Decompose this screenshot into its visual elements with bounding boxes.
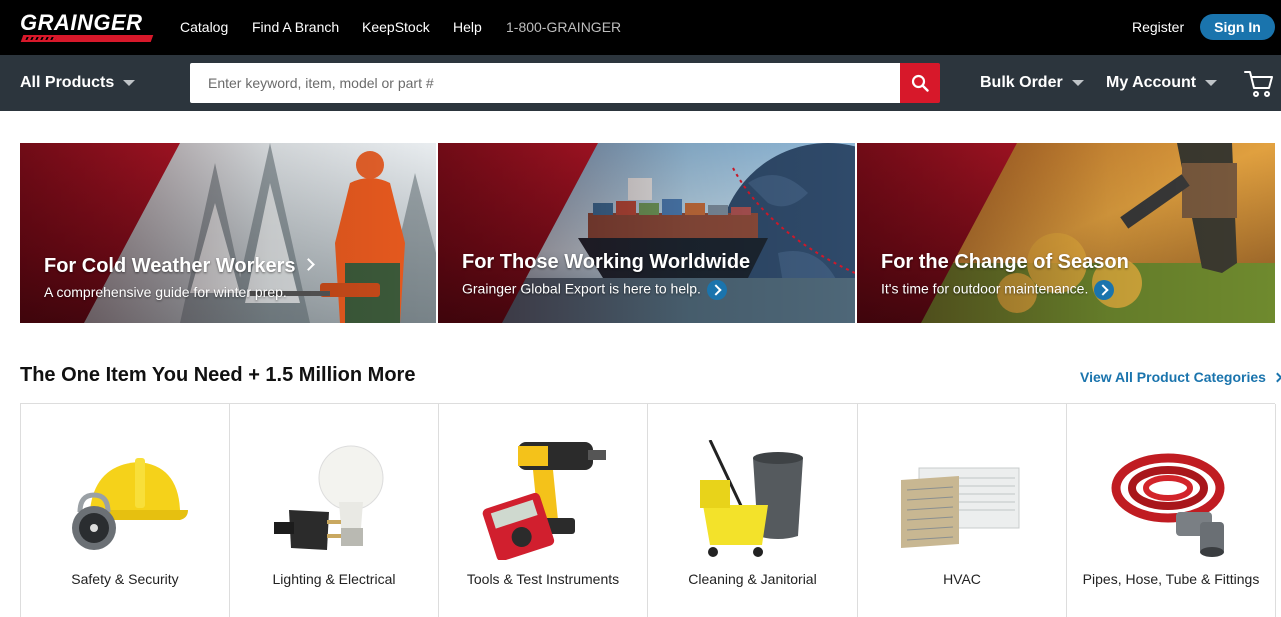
category-label: HVAC (943, 571, 981, 587)
banner-worldwide[interactable]: For Those Working Worldwide Grainger Glo… (438, 143, 855, 323)
category-label: Tools & Test Instruments (466, 571, 620, 587)
category-label: Safety & Security (71, 571, 179, 587)
grainger-logo[interactable]: GRAINGER (20, 10, 154, 43)
view-all-label: View All Product Categories (1080, 369, 1266, 385)
hose-fitting-icon (1111, 453, 1225, 557)
all-products-dropdown[interactable]: All Products (20, 74, 136, 92)
search-input[interactable] (190, 63, 900, 103)
category-tile-pipes[interactable]: Pipes, Hose, Tube & Fittings (1067, 404, 1276, 617)
category-tile-lighting[interactable]: Lighting & Electrical (230, 404, 439, 617)
view-all-categories-link[interactable]: View All Product Categories (1080, 369, 1281, 385)
bulk-order-label: Bulk Order (980, 74, 1063, 91)
logo-text: GRAINGER (20, 10, 143, 35)
search-button[interactable] (900, 63, 940, 103)
mop-bucket-icon (699, 440, 803, 557)
chevron-right-icon (1272, 372, 1281, 382)
cart-icon[interactable] (1243, 67, 1275, 99)
arrow-right-circle-icon (1094, 280, 1115, 300)
banner-title: For the Change of Season (881, 251, 1129, 273)
chevron-right-icon (301, 258, 315, 272)
sign-in-button[interactable]: Sign In (1200, 14, 1275, 40)
category-tile-hvac[interactable]: HVAC (858, 404, 1067, 617)
search-icon (911, 74, 929, 92)
main-nav-bar: All Products Bulk Order My Account (0, 55, 1281, 111)
category-label: Cleaning & Janitorial (688, 571, 817, 587)
category-tile-safety[interactable]: Safety & Security (21, 404, 230, 617)
banner-cold-weather[interactable]: For Cold Weather Workers A comprehensive… (20, 143, 436, 323)
register-link[interactable]: Register (1132, 19, 1184, 35)
hardhat-padlock-icon (72, 458, 188, 550)
bulb-plug-icon (274, 445, 384, 550)
category-label: Pipes, Hose, Tube & Fittings (1082, 571, 1260, 587)
my-account-dropdown[interactable]: My Account (1106, 74, 1218, 92)
banner-title: For Cold Weather Workers (44, 255, 315, 278)
banner-change-of-season[interactable]: For the Change of Season It's time for o… (857, 143, 1275, 323)
caret-down-icon (123, 80, 136, 86)
logo-red-bar (20, 35, 154, 42)
all-products-label: All Products (20, 74, 115, 91)
nav-keepstock[interactable]: KeepStock (362, 19, 430, 35)
category-tile-tools[interactable]: Tools & Test Instruments (439, 404, 648, 617)
banner-title: For Those Working Worldwide (462, 251, 751, 273)
banner-subtitle: A comprehensive guide for winter prep. (44, 284, 287, 300)
caret-down-icon (1205, 80, 1218, 86)
phone-number-link[interactable]: 1-800-GRAINGER (506, 19, 621, 35)
nav-find-a-branch[interactable]: Find A Branch (252, 19, 339, 35)
bulk-order-dropdown[interactable]: Bulk Order (980, 74, 1084, 92)
arrow-right-circle-icon (706, 280, 727, 300)
banner-subtitle: Grainger Global Export is here to help. (462, 280, 727, 300)
category-tile-cleaning[interactable]: Cleaning & Janitorial (648, 404, 858, 617)
drill-multimeter-icon (482, 442, 606, 560)
section-title: The One Item You Need + 1.5 Million More (20, 364, 416, 386)
category-label: Lighting & Electrical (272, 571, 396, 587)
air-conditioner-icon (901, 467, 1020, 548)
nav-help[interactable]: Help (453, 19, 482, 35)
banner-subtitle: It's time for outdoor maintenance. (881, 280, 1115, 300)
top-bar: GRAINGER Catalog Find A Branch KeepStock… (0, 0, 1281, 55)
nav-catalog[interactable]: Catalog (180, 19, 228, 35)
category-grid: Safety & Security Lighting & Electrical (20, 403, 1276, 617)
caret-down-icon (1071, 80, 1084, 86)
my-account-label: My Account (1106, 74, 1197, 91)
